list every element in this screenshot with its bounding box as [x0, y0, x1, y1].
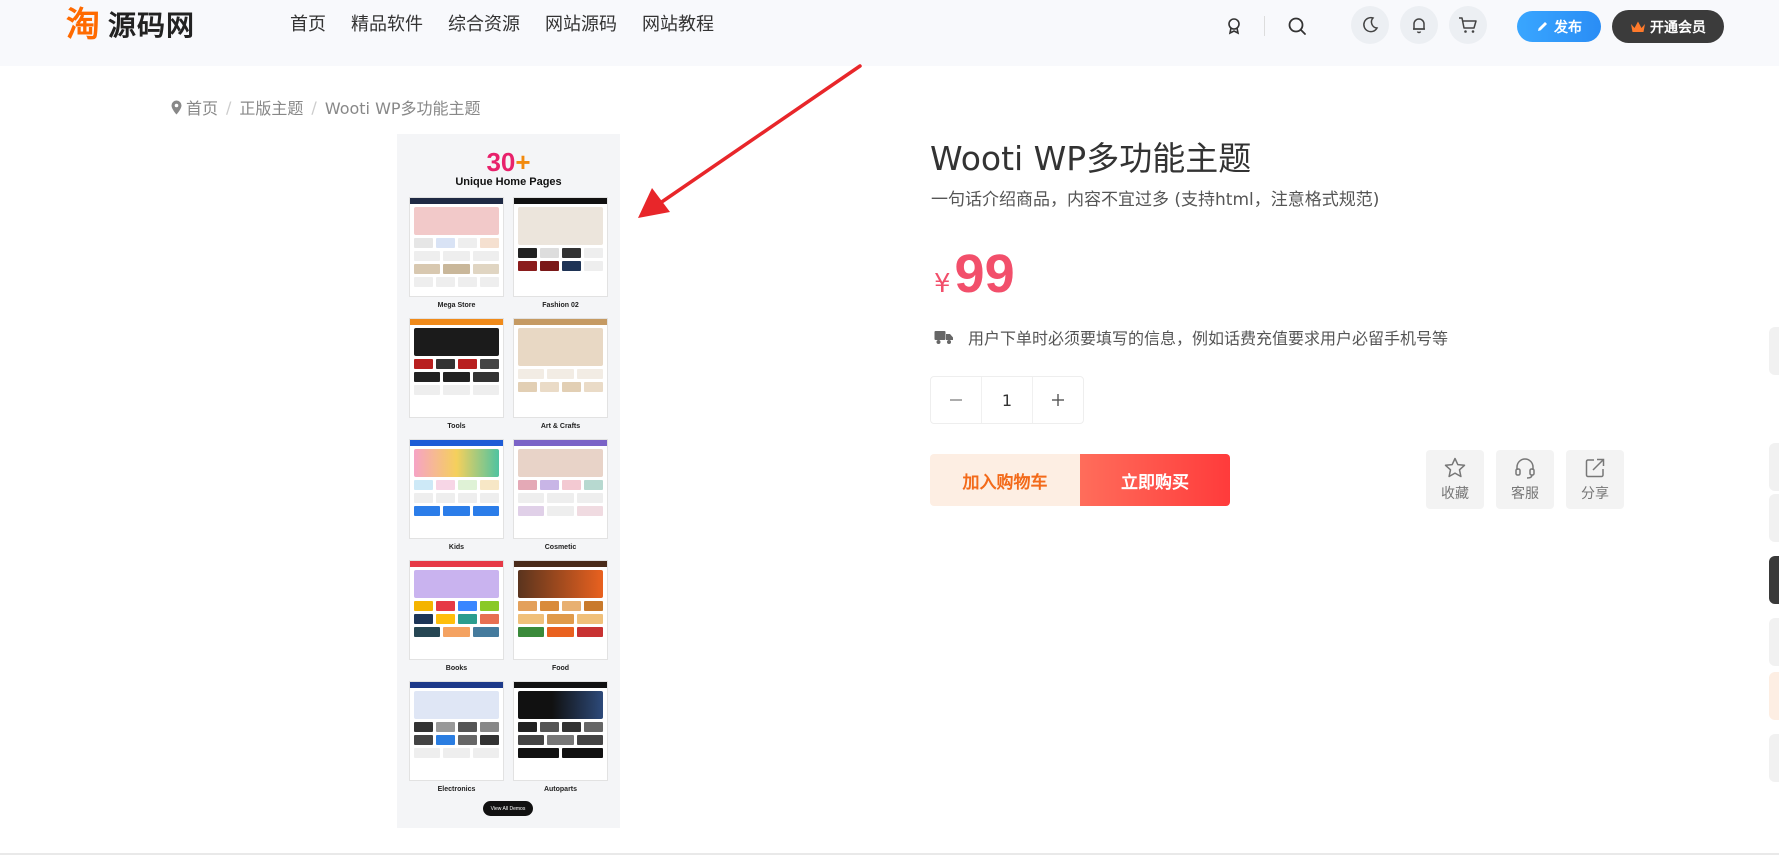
plus-icon	[1052, 394, 1064, 406]
side-toolbar-tab[interactable]	[1769, 494, 1779, 542]
breadcrumb-separator: /	[226, 97, 232, 117]
star-icon	[1444, 457, 1466, 478]
cart-button[interactable]	[1449, 6, 1487, 44]
publish-button[interactable]: 发布	[1517, 11, 1601, 42]
product-title: Wooti WP多功能主题	[930, 139, 1252, 178]
truck-icon	[934, 331, 953, 344]
demo-label: Books	[445, 665, 468, 672]
demo-label: Fashion 02	[542, 302, 579, 309]
bell-icon	[1413, 18, 1425, 34]
order-notice-text: 用户下单时必须要填写的信息，例如话费充值要求用户必留手机号等	[968, 329, 1449, 348]
nav-item-source[interactable]: 网站源码	[545, 12, 617, 38]
annotation-arrow	[638, 64, 862, 218]
demo-label: Art & Crafts	[540, 423, 581, 430]
product-price: ¥ 99	[934, 243, 1015, 305]
breadcrumb-home[interactable]: 首页	[186, 95, 218, 119]
favorite-label: 收藏	[1441, 486, 1469, 502]
pencil-icon	[1538, 22, 1547, 31]
logo-text: 源码网	[108, 9, 196, 42]
increase-quantity-button[interactable]	[1033, 377, 1083, 423]
decrease-quantity-button[interactable]	[931, 377, 981, 423]
side-toolbar-tab[interactable]	[1769, 672, 1779, 720]
main-nav: 首页 精品软件 综合资源 网站源码 网站教程	[290, 12, 739, 38]
quantity-input[interactable]: 1	[981, 377, 1033, 423]
vip-label: 开通会员	[1650, 19, 1706, 36]
demo-label: Tools	[447, 423, 466, 430]
buy-now-button[interactable]: 立即购买	[1080, 454, 1230, 506]
demo-label: Mega Store	[437, 302, 476, 309]
location-pin-icon	[171, 100, 182, 114]
moon-icon	[1363, 16, 1379, 33]
favorite-button[interactable]: 收藏	[1426, 450, 1484, 509]
breadcrumb-category[interactable]: 正版主题	[239, 95, 303, 119]
demo-thumb-tools	[409, 318, 504, 418]
order-notice: 用户下单时必须要填写的信息，例如话费充值要求用户必留手机号等	[934, 325, 1448, 349]
demo-thumb-kids	[409, 439, 504, 539]
demo-thumb-books	[409, 560, 504, 660]
share-button[interactable]: 分享	[1566, 450, 1624, 509]
currency-symbol: ¥	[934, 269, 951, 299]
search-icon[interactable]	[1285, 14, 1309, 38]
minus-icon	[950, 399, 962, 401]
preview-subtitle: Unique Home Pages	[455, 176, 562, 188]
share-icon	[1585, 458, 1605, 478]
notification-button[interactable]	[1400, 6, 1438, 44]
header-divider	[1264, 16, 1265, 36]
nav-item-home[interactable]: 首页	[290, 12, 326, 38]
side-toolbar-tab[interactable]	[1769, 443, 1779, 491]
logo-mark: 淘	[66, 5, 100, 45]
site-logo[interactable]: 淘 源码网	[66, 5, 196, 45]
product-image[interactable]: 30+ Unique Home Pages Mega Store Fashion…	[397, 134, 620, 828]
headset-icon	[1515, 458, 1535, 479]
demo-thumb-fashion	[513, 197, 608, 297]
vip-button[interactable]: 开通会员	[1612, 10, 1724, 43]
nav-item-tutorials[interactable]: 网站教程	[642, 12, 714, 38]
product-description: 一句话介绍商品，内容不宜过多 (支持html，注意格式规范)	[931, 190, 1380, 210]
publish-label: 发布	[1554, 19, 1582, 36]
share-label: 分享	[1581, 486, 1609, 502]
demo-label: Kids	[448, 544, 465, 551]
dark-mode-toggle[interactable]	[1351, 6, 1389, 44]
side-toolbar-tab[interactable]	[1769, 327, 1779, 375]
nav-item-software[interactable]: 精品软件	[351, 12, 423, 38]
demo-label: Autoparts	[543, 786, 578, 793]
preview-headline: 30+	[486, 147, 531, 177]
cart-icon	[1459, 17, 1477, 33]
view-all-demos-button: View All Demos	[483, 801, 533, 816]
demo-thumb-autoparts	[513, 681, 608, 781]
nav-item-resources[interactable]: 综合资源	[448, 12, 520, 38]
demo-thumb-food	[513, 560, 608, 660]
side-toolbar-tab[interactable]	[1769, 618, 1779, 666]
demo-thumb-cosmetic	[513, 439, 608, 539]
demo-label: Electronics	[437, 786, 476, 793]
demo-thumb-electronics	[409, 681, 504, 781]
quantity-stepper: 1	[930, 376, 1084, 424]
demo-label: Cosmetic	[544, 544, 577, 551]
breadcrumb-current: Wooti WP多功能主题	[324, 99, 481, 118]
add-to-cart-button[interactable]: 加入购物车	[930, 454, 1080, 506]
customer-service-button[interactable]: 客服	[1496, 450, 1554, 509]
side-toolbar-tab[interactable]	[1769, 734, 1779, 782]
demo-thumb-mega-store	[409, 197, 504, 297]
breadcrumb: 首页 / 正版主题 / Wooti WP多功能主题	[171, 95, 481, 119]
customer-service-label: 客服	[1511, 486, 1539, 502]
medal-icon[interactable]	[1222, 14, 1246, 38]
price-value: 99	[954, 244, 1015, 304]
demo-thumb-art-crafts	[513, 318, 608, 418]
site-header: 淘 源码网 首页 精品软件 综合资源 网站源码 网站教程 发布 开通会员	[0, 0, 1779, 66]
crown-icon	[1631, 21, 1645, 32]
demo-label: Food	[551, 665, 570, 672]
side-toolbar-tab-active[interactable]	[1769, 556, 1779, 604]
breadcrumb-separator: /	[311, 97, 317, 117]
